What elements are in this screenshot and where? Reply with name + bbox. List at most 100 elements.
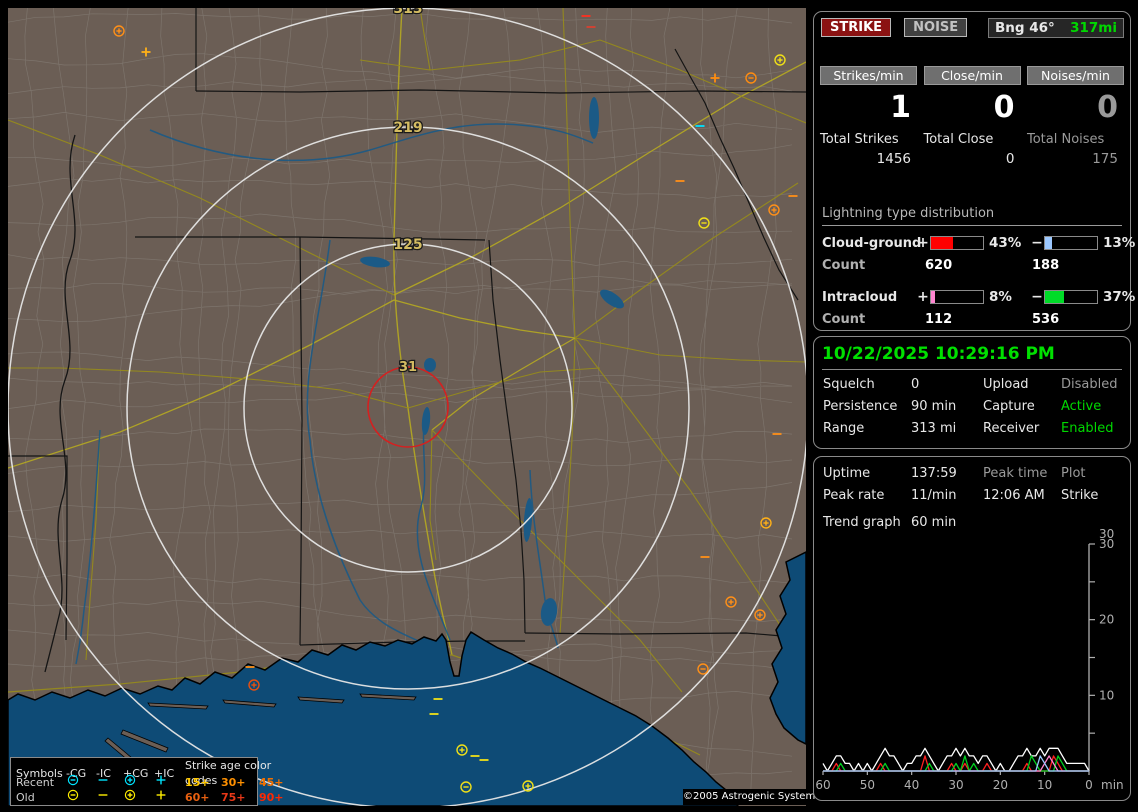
svg-text:40: 40 bbox=[904, 778, 919, 792]
strikes-per-min-chip: Strikes/min bbox=[820, 66, 917, 85]
legend-old-label: Old bbox=[16, 790, 66, 805]
svg-text:20: 20 bbox=[993, 778, 1008, 792]
ic-plus-percent: 8% bbox=[984, 289, 1030, 305]
ic-minus-count: 536 bbox=[1032, 312, 1122, 327]
squelch-value: 0 bbox=[911, 377, 983, 392]
noises-per-min-value: 0 bbox=[1027, 91, 1124, 124]
cg-minus-bar bbox=[1044, 236, 1098, 250]
cloud-ground-count-row: Count 620 188 bbox=[822, 258, 1122, 273]
strike-age-code: 90+ bbox=[259, 790, 289, 805]
range-value: 313 mi bbox=[911, 421, 983, 436]
noise-button[interactable]: NOISE bbox=[904, 18, 967, 37]
intracloud-label: Intracloud bbox=[822, 290, 916, 305]
ic-plus-count: 112 bbox=[925, 312, 1032, 327]
strike-age-code: 60+ bbox=[185, 790, 221, 805]
ic-plus-bar bbox=[930, 290, 984, 304]
svg-text:10: 10 bbox=[1099, 688, 1114, 702]
svg-text:50: 50 bbox=[860, 778, 875, 792]
cg-minus-count: 188 bbox=[1032, 258, 1122, 273]
legend-header-row: Symbols -CG -IC +CG +IC Strike age color… bbox=[11, 758, 257, 773]
strikes-per-min-value: 1 bbox=[820, 91, 917, 124]
plus-symbol-icon bbox=[154, 788, 185, 806]
intracloud-row: Intracloud + 8% − 37% bbox=[822, 289, 1122, 305]
strikes-counter: Strikes/min 1 Total Strikes 1456 bbox=[820, 66, 917, 167]
map-legend: Symbols -CG -IC +CG +IC Strike age color… bbox=[10, 757, 258, 806]
strike-age-code: 15+ bbox=[185, 775, 221, 790]
minus-sign: − bbox=[1030, 235, 1044, 251]
receiver-status: Enabled bbox=[1061, 421, 1130, 436]
lightning-map[interactable]: 313 219 125 31 Symbols -CG -IC +CG +IC Stri… bbox=[8, 8, 806, 806]
svg-text:30: 30 bbox=[948, 778, 963, 792]
cloud-ground-row: Cloud-ground + 43% − 13% bbox=[822, 235, 1122, 251]
svg-text:125: 125 bbox=[393, 237, 422, 253]
bearing-label: Bng 46° bbox=[995, 20, 1055, 36]
noises-per-min-chip: Noises/min bbox=[1027, 66, 1124, 85]
cg-plus-count: 620 bbox=[925, 258, 1032, 273]
trend-graph: 102030306050403020100min bbox=[814, 457, 1130, 800]
trend-panel: 102030306050403020100min Uptime 137:59 P… bbox=[813, 456, 1131, 801]
legend-recent-row: Recent 15+30+45+ bbox=[11, 773, 257, 788]
receiver-label: Receiver bbox=[983, 421, 1061, 436]
rate-counters: Strikes/min 1 Total Strikes 1456 Close/m… bbox=[814, 66, 1130, 167]
strike-age-code: 30+ bbox=[221, 775, 259, 790]
cg-plus-percent: 43% bbox=[984, 235, 1030, 251]
ic-minus-bar bbox=[1044, 290, 1098, 304]
squelch-label: Squelch bbox=[823, 377, 911, 392]
status-panel: 10/22/2025 10:29:16 PM Squelch 0 Upload … bbox=[813, 336, 1131, 449]
strike-button[interactable]: STRIKE bbox=[821, 18, 891, 37]
close-per-min-chip: Close/min bbox=[924, 66, 1021, 85]
svg-text:min: min bbox=[1101, 778, 1124, 792]
svg-text:0: 0 bbox=[1085, 778, 1093, 792]
bearing-readout: Bng 46° 317mi bbox=[988, 18, 1124, 38]
range-label: Range bbox=[823, 421, 911, 436]
total-close-value: 0 bbox=[924, 151, 1021, 167]
cg-count-label: Count bbox=[822, 258, 925, 273]
lightning-distribution: Lightning type distribution Cloud-ground… bbox=[814, 206, 1130, 327]
total-noises-label: Total Noises bbox=[1027, 132, 1124, 147]
intracloud-count-row: Count 112 536 bbox=[822, 312, 1122, 327]
range-row: Range 313 mi Receiver Enabled bbox=[823, 421, 1130, 436]
bearing-distance: 317mi bbox=[1070, 20, 1117, 36]
cloud-ground-label: Cloud-ground bbox=[822, 236, 916, 251]
cg-plus-bar-fill bbox=[931, 237, 953, 249]
strike-age-code: 45+ bbox=[259, 775, 289, 790]
persistence-value: 90 min bbox=[911, 399, 983, 414]
circle-plus-symbol-icon bbox=[123, 788, 154, 806]
minus-sign: − bbox=[1030, 289, 1044, 305]
ic-count-label: Count bbox=[822, 312, 925, 327]
cg-plus-bar bbox=[930, 236, 984, 250]
persistence-label: Persistence bbox=[823, 399, 911, 414]
plus-sign: + bbox=[916, 235, 930, 251]
close-counter: Close/min 0 Total Close 0 bbox=[924, 66, 1021, 167]
svg-text:31: 31 bbox=[399, 360, 417, 375]
svg-text:30: 30 bbox=[1099, 527, 1114, 541]
minus-symbol-icon bbox=[96, 788, 123, 806]
persistence-row: Persistence 90 min Capture Active bbox=[823, 399, 1130, 414]
nexstorm-app: 313 219 125 31 Symbols -CG -IC +CG +IC Stri… bbox=[0, 0, 1138, 812]
circle-minus-symbol-icon bbox=[66, 788, 96, 806]
ic-minus-percent: 37% bbox=[1098, 289, 1128, 305]
noises-counter: Noises/min 0 Total Noises 175 bbox=[1027, 66, 1124, 167]
squelch-row: Squelch 0 Upload Disabled bbox=[823, 377, 1130, 392]
distribution-title: Lightning type distribution bbox=[822, 206, 1122, 226]
cg-minus-percent: 13% bbox=[1098, 235, 1128, 251]
cg-minus-bar-fill bbox=[1045, 237, 1052, 249]
capture-status: Active bbox=[1061, 399, 1130, 414]
close-per-min-value: 0 bbox=[924, 91, 1021, 124]
strike-age-code: 75+ bbox=[221, 790, 259, 805]
svg-text:313: 313 bbox=[393, 8, 422, 17]
map-canvas[interactable]: 313 219 125 31 bbox=[8, 8, 806, 806]
upload-status: Disabled bbox=[1061, 377, 1130, 392]
svg-text:10: 10 bbox=[1037, 778, 1052, 792]
svg-text:20: 20 bbox=[1099, 613, 1114, 627]
ic-minus-bar-fill bbox=[1045, 291, 1064, 303]
total-close-label: Total Close bbox=[924, 132, 1021, 147]
counters-panel: STRIKE NOISE Bng 46° 317mi Strikes/min 1… bbox=[813, 11, 1131, 331]
svg-text:60: 60 bbox=[815, 778, 830, 792]
copyright-notice: ©2005 Astrogenic Systems bbox=[683, 789, 806, 805]
total-noises-value: 175 bbox=[1027, 151, 1124, 167]
svg-text:219: 219 bbox=[393, 120, 422, 136]
ic-plus-bar-fill bbox=[931, 291, 935, 303]
plus-sign: + bbox=[916, 289, 930, 305]
capture-label: Capture bbox=[983, 399, 1061, 414]
